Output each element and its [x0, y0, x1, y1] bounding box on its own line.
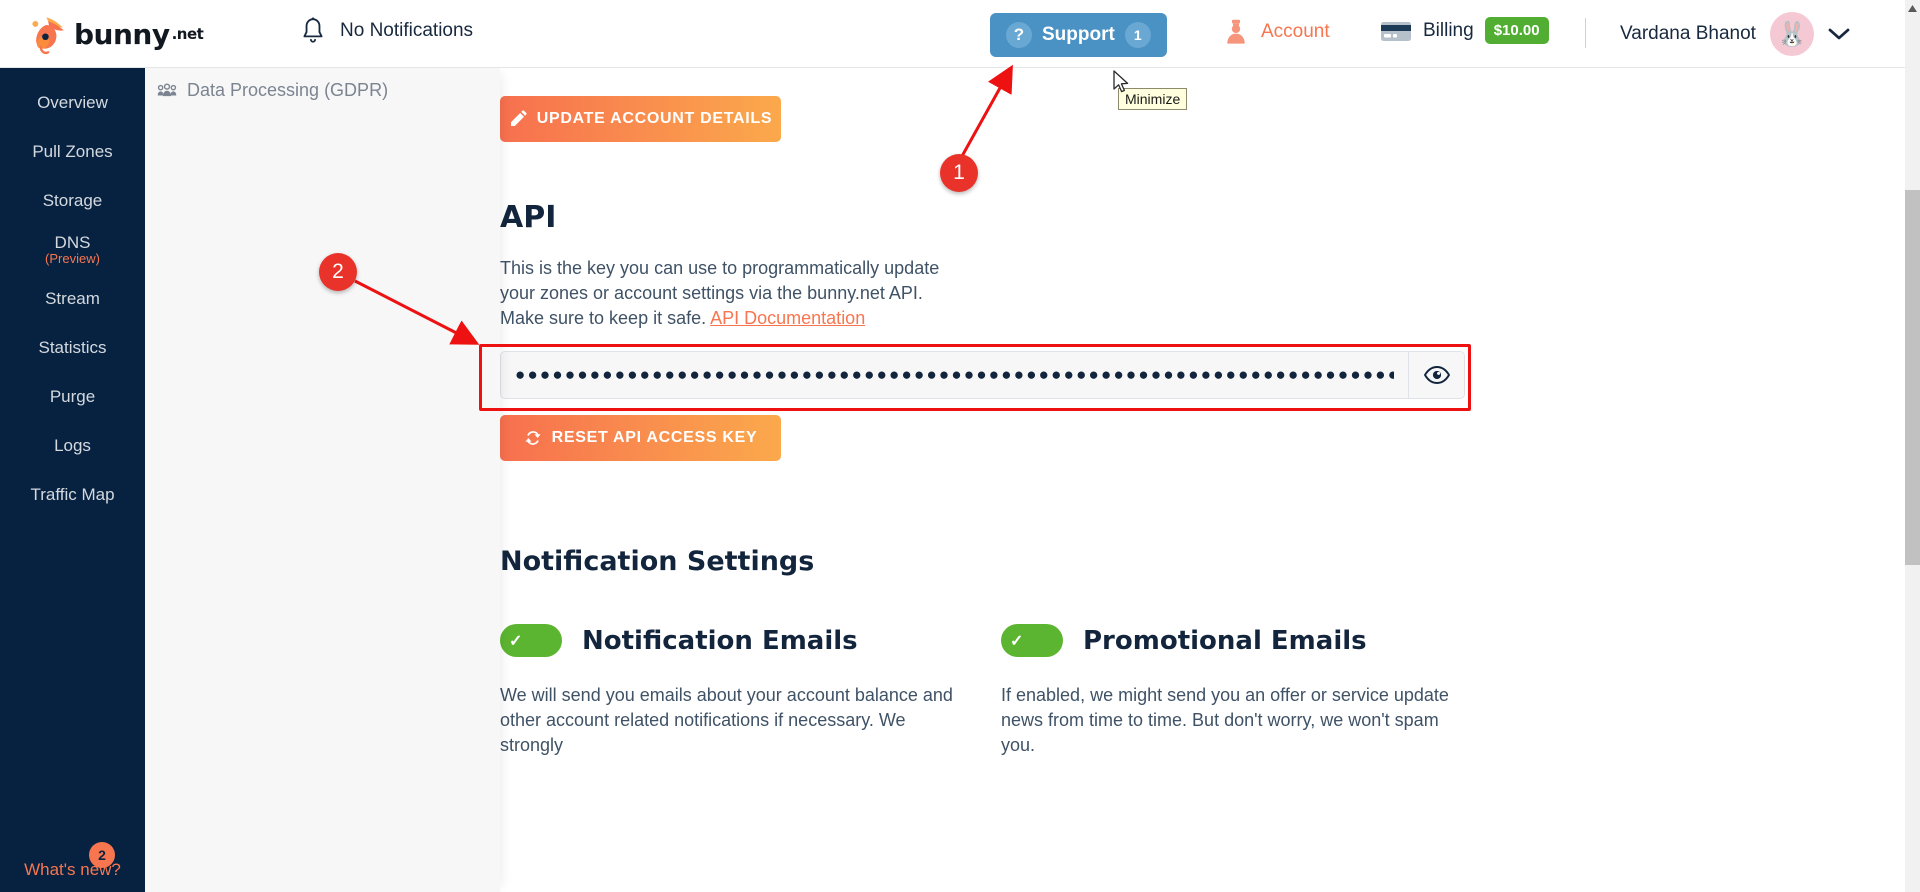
sidebar-item-purge[interactable]: Purge [0, 372, 145, 421]
promotional-emails-title: Promotional Emails [1083, 625, 1367, 656]
logo-wordmark: bunny [74, 17, 170, 51]
support-button[interactable]: ? Support 1 [990, 13, 1167, 57]
chevron-down-icon[interactable] [1828, 27, 1850, 41]
avatar: 🐰 [1769, 12, 1814, 56]
account-label: Account [1261, 21, 1330, 42]
topbar-divider [1585, 18, 1586, 48]
gdpr-label: Data Processing (GDPR) [187, 80, 389, 100]
question-mark-icon: ? [1006, 22, 1032, 48]
update-account-details-button[interactable]: UPDATE ACCOUNT DETAILS [500, 96, 781, 142]
update-account-details-label: UPDATE ACCOUNT DETAILS [536, 110, 773, 127]
api-documentation-link[interactable]: API Documentation [710, 308, 865, 328]
support-count-badge: 1 [1124, 22, 1151, 48]
scrollbar-up-arrow[interactable] [1905, 0, 1920, 16]
mouse-cursor [1113, 70, 1129, 93]
check-icon: ✓ [509, 632, 523, 650]
sidebar-item-storage[interactable]: Storage [0, 176, 145, 225]
sidebar-item-traffic-map[interactable]: Traffic Map [0, 470, 145, 519]
notification-settings-heading: Notification Settings [500, 546, 815, 577]
account-menu-link[interactable]: Account [1222, 18, 1330, 46]
sidebar-item-dns[interactable]: DNS (Preview) [0, 225, 145, 274]
sidebar-nav-list: Overview Pull Zones Storage DNS (Preview… [0, 68, 145, 519]
check-icon: ✓ [1010, 632, 1024, 650]
promotional-emails-header: ✓ Promotional Emails [1001, 624, 1461, 657]
api-key-input[interactable] [501, 352, 1408, 398]
bell-icon [303, 17, 323, 43]
logo-tld: .net [171, 25, 204, 43]
sidebar-item-label: Logs [54, 435, 91, 455]
sidebar-item-label: Overview [37, 92, 108, 112]
topbar-bottom-border [0, 67, 1920, 68]
api-description: This is the key you can use to programma… [500, 256, 948, 330]
top-navigation-bar: bunny .net No Notifications ? Support 1 A… [0, 0, 1920, 68]
api-key-field-group [500, 351, 1465, 399]
notification-emails-description: We will send you emails about your accou… [500, 685, 953, 755]
notification-emails-header: ✓ Notification Emails [500, 624, 960, 657]
bunny-logo-icon [32, 17, 64, 55]
billing-menu-link[interactable]: Billing $10.00 [1380, 17, 1549, 44]
sidebar-item-overview[interactable]: Overview [0, 78, 145, 127]
scrollbar-thumb[interactable] [1905, 190, 1920, 565]
user-name-label: Vardana Bhanot [1620, 23, 1756, 44]
sidebar-item-logs[interactable]: Logs [0, 421, 145, 470]
billing-label: Billing [1423, 19, 1474, 41]
sidebar-item-label: DNS [54, 232, 91, 252]
sidebar-item-sublabel: (Preview) [45, 250, 100, 266]
promotional-emails-toggle[interactable]: ✓ [1001, 624, 1063, 657]
edit-pencil-icon [510, 110, 527, 126]
notification-emails-toggle[interactable]: ✓ [500, 624, 562, 657]
main-content-area: UPDATE ACCOUNT DETAILS API This is the k… [500, 68, 1905, 892]
user-account-menu[interactable]: Vardana Bhanot 🐰 [1620, 12, 1850, 56]
sidebar-item-pull-zones[interactable]: Pull Zones [0, 127, 145, 176]
support-label: Support [1042, 24, 1115, 45]
promotional-emails-description: If enabled, we might send you an offer o… [1001, 685, 1449, 755]
notifications-button[interactable]: No Notifications [300, 17, 473, 45]
credit-card-icon [1381, 21, 1411, 41]
triangle-up-icon [1908, 4, 1917, 12]
users-group-icon [157, 83, 177, 96]
api-section-heading: API [500, 200, 557, 235]
account-user-icon [1227, 19, 1245, 44]
eye-icon [1423, 366, 1450, 384]
sidebar-item-stream[interactable]: Stream [0, 274, 145, 323]
sidebar-item-label: Pull Zones [32, 141, 113, 161]
secondary-panel: Data Processing (GDPR) [145, 68, 500, 892]
notifications-label: No Notifications [340, 20, 474, 41]
reset-api-access-key-label: RESET API ACCESS KEY [551, 429, 758, 446]
refresh-icon [525, 431, 541, 445]
sidebar-item-label: Traffic Map [30, 484, 115, 504]
sidebar-item-label: Stream [45, 288, 100, 308]
sidebar-item-label: Storage [42, 190, 103, 210]
sidebar-item-label: Purge [49, 386, 96, 406]
sidebar-item-data-processing-gdpr[interactable]: Data Processing (GDPR) [145, 68, 500, 113]
toggle-api-key-visibility-button[interactable] [1408, 352, 1464, 398]
notification-emails-title: Notification Emails [582, 625, 858, 656]
primary-sidebar: Overview Pull Zones Storage DNS (Preview… [0, 68, 145, 892]
reset-api-access-key-button[interactable]: RESET API ACCESS KEY [500, 415, 781, 461]
whats-new-badge: 2 [89, 842, 115, 868]
notification-emails-setting: ✓ Notification Emails We will send you e… [500, 624, 960, 757]
billing-amount-badge: $10.00 [1484, 17, 1549, 44]
bunny-net-logo[interactable]: bunny .net [28, 10, 204, 58]
sidebar-item-statistics[interactable]: Statistics [0, 323, 145, 372]
whats-new-button[interactable]: What's new? 2 [0, 842, 145, 880]
page-scrollbar[interactable] [1905, 0, 1920, 892]
sidebar-item-label: Statistics [38, 337, 107, 357]
promotional-emails-setting: ✓ Promotional Emails If enabled, we migh… [1001, 624, 1461, 757]
